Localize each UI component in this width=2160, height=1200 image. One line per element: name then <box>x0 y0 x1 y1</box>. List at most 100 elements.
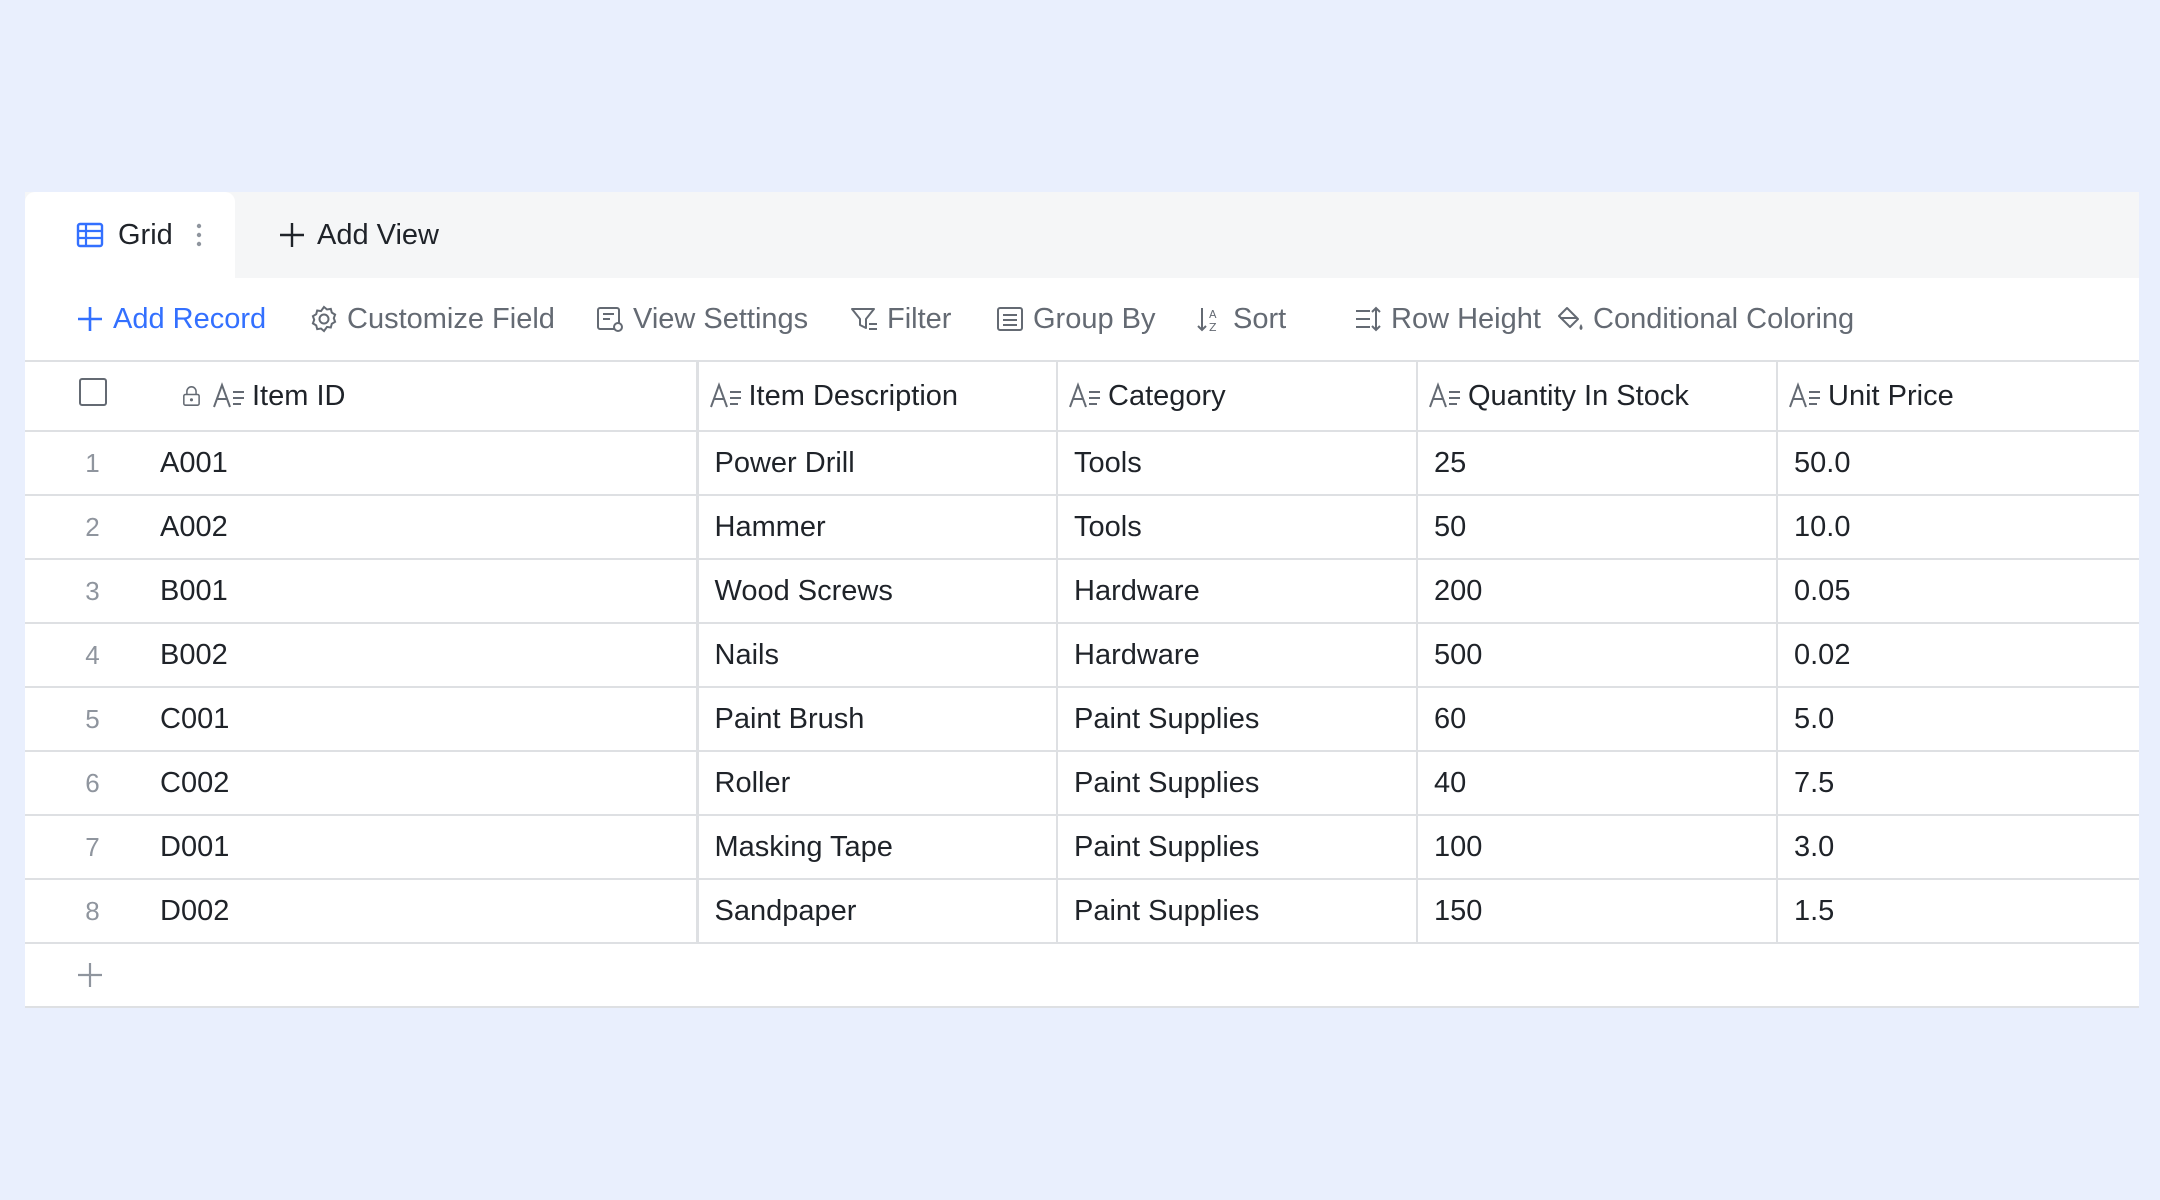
column-header-label: Item Description <box>748 379 959 412</box>
cell-quantity-in-stock[interactable]: 25 <box>1417 431 1778 496</box>
svg-text:Z: Z <box>1209 321 1217 334</box>
cell-category[interactable]: Hardware <box>1057 559 1418 624</box>
group-by-button[interactable]: Group By <box>995 298 1156 340</box>
tab-grid[interactable]: Grid <box>25 192 235 278</box>
cell-item-id[interactable]: D001 <box>160 815 699 880</box>
column-header-category[interactable]: Category <box>1057 362 1418 432</box>
cell-item-description[interactable]: Sandpaper <box>697 879 1058 944</box>
text-field-icon <box>1789 382 1820 408</box>
cell-quantity-in-stock[interactable]: 500 <box>1417 623 1778 688</box>
table-row[interactable]: 3 B001 Wood Screws Hardware 200 0.05 <box>25 559 2139 624</box>
sort-label: Sort <box>1233 302 1287 335</box>
cell-category[interactable]: Paint Supplies <box>1057 687 1418 752</box>
cell-unit-price[interactable]: 10.0 <box>1777 495 2139 560</box>
column-header-label: Quantity In Stock <box>1468 379 1689 412</box>
column-header-quantity-in-stock[interactable]: Quantity In Stock <box>1417 362 1778 432</box>
cell-text: 500 <box>1434 638 1483 671</box>
table-row[interactable]: 7 D001 Masking Tape Paint Supplies 100 3… <box>25 815 2139 880</box>
cell-item-description[interactable]: Hammer <box>697 495 1058 560</box>
cell-item-id[interactable]: B001 <box>160 559 699 624</box>
table-row[interactable]: 2 A002 Hammer Tools 50 10.0 <box>25 495 2139 560</box>
cell-item-id[interactable]: C002 <box>160 751 699 816</box>
cell-item-description[interactable]: Paint Brush <box>697 687 1058 752</box>
cell-quantity-in-stock[interactable]: 50 <box>1417 495 1778 560</box>
text-field-icon <box>1429 382 1460 408</box>
conditional-coloring-button[interactable]: Conditional Coloring <box>1555 298 1854 340</box>
column-header-unit-price[interactable]: Unit Price <box>1777 362 2139 432</box>
add-record-button[interactable]: Add Record <box>75 298 266 340</box>
cell-item-description[interactable]: Power Drill <box>697 431 1058 496</box>
row-number: 5 <box>25 687 160 752</box>
cell-unit-price[interactable]: 3.0 <box>1777 815 2139 880</box>
column-header-item-description[interactable]: Item Description <box>697 362 1058 432</box>
cell-quantity-in-stock[interactable]: 100 <box>1417 815 1778 880</box>
cell-quantity-in-stock[interactable]: 150 <box>1417 879 1778 944</box>
table-row[interactable]: 6 C002 Roller Paint Supplies 40 7.5 <box>25 751 2139 816</box>
cell-category[interactable]: Paint Supplies <box>1057 879 1418 944</box>
select-all-checkbox[interactable] <box>78 378 107 406</box>
cell-quantity-in-stock[interactable]: 40 <box>1417 751 1778 816</box>
row-number: 4 <box>25 623 160 688</box>
header-row: Item ID Item Description Category Quanti… <box>25 362 2139 432</box>
row-number: 1 <box>25 431 160 496</box>
cell-item-description[interactable]: Masking Tape <box>697 815 1058 880</box>
cell-item-description[interactable]: Roller <box>697 751 1058 816</box>
cell-quantity-in-stock[interactable]: 60 <box>1417 687 1778 752</box>
cell-unit-price[interactable]: 50.0 <box>1777 431 2139 496</box>
cell-text: A002 <box>160 510 228 543</box>
cell-text: C001 <box>160 702 230 735</box>
cell-text: 0.02 <box>1794 638 1851 671</box>
cell-item-id[interactable]: B002 <box>160 623 699 688</box>
row-number: 2 <box>25 495 160 560</box>
cell-item-id[interactable]: A001 <box>160 431 699 496</box>
cell-text: 200 <box>1434 574 1483 607</box>
cell-category[interactable]: Paint Supplies <box>1057 751 1418 816</box>
filter-icon <box>851 308 877 330</box>
row-height-button[interactable]: Row Height <box>1353 298 1541 340</box>
filter-button[interactable]: Filter <box>849 298 951 340</box>
cell-text: Paint Supplies <box>1074 830 1260 863</box>
cell-category[interactable]: Paint Supplies <box>1057 815 1418 880</box>
cell-unit-price[interactable]: 5.0 <box>1777 687 2139 752</box>
filter-label: Filter <box>887 302 952 335</box>
cell-category[interactable]: Hardware <box>1057 623 1418 688</box>
cell-category[interactable]: Tools <box>1057 495 1418 560</box>
cell-text: Paint Supplies <box>1074 702 1260 735</box>
view-settings-button[interactable]: View Settings <box>595 298 808 340</box>
cell-text: 100 <box>1434 830 1483 863</box>
cell-unit-price[interactable]: 7.5 <box>1777 751 2139 816</box>
customize-field-button[interactable]: Customize Field <box>309 298 555 340</box>
cell-text: 40 <box>1434 766 1467 799</box>
add-view-button[interactable]: Add View <box>277 214 439 256</box>
data-grid: Item ID Item Description Category Quanti… <box>25 360 2139 1008</box>
cell-text: Hardware <box>1074 638 1200 671</box>
table-row[interactable]: 8 D002 Sandpaper Paint Supplies 150 1.5 <box>25 879 2139 944</box>
cell-unit-price[interactable]: 1.5 <box>1777 879 2139 944</box>
cell-item-description[interactable]: Wood Screws <box>697 559 1058 624</box>
cell-text: 3.0 <box>1794 830 1835 863</box>
cell-quantity-in-stock[interactable]: 200 <box>1417 559 1778 624</box>
gear-icon <box>311 305 337 333</box>
cell-category[interactable]: Tools <box>1057 431 1418 496</box>
cell-unit-price[interactable]: 0.05 <box>1777 559 2139 624</box>
add-row-plus-icon[interactable] <box>75 960 105 990</box>
column-header-item-id[interactable]: Item ID <box>160 362 699 432</box>
cell-item-id[interactable]: D002 <box>160 879 699 944</box>
view-settings-label: View Settings <box>633 302 809 335</box>
table-row[interactable]: 1 A001 Power Drill Tools 25 50.0 <box>25 431 2139 496</box>
cell-item-id[interactable]: A002 <box>160 495 699 560</box>
table-row[interactable]: 5 C001 Paint Brush Paint Supplies 60 5.0 <box>25 687 2139 752</box>
cell-text: 7.5 <box>1794 766 1835 799</box>
cell-text: B002 <box>160 638 228 671</box>
sort-button[interactable]: A Z Sort <box>1195 298 1286 340</box>
conditional-coloring-label: Conditional Coloring <box>1593 302 1855 335</box>
cell-text: 5.0 <box>1794 702 1835 735</box>
more-options-icon[interactable] <box>193 218 205 252</box>
cell-text: Tools <box>1074 510 1142 543</box>
cell-unit-price[interactable]: 0.02 <box>1777 623 2139 688</box>
cell-item-id[interactable]: C001 <box>160 687 699 752</box>
cell-text: 0.05 <box>1794 574 1851 607</box>
paint-bucket-icon <box>1558 307 1583 330</box>
table-row[interactable]: 4 B002 Nails Hardware 500 0.02 <box>25 623 2139 688</box>
cell-item-description[interactable]: Nails <box>697 623 1058 688</box>
